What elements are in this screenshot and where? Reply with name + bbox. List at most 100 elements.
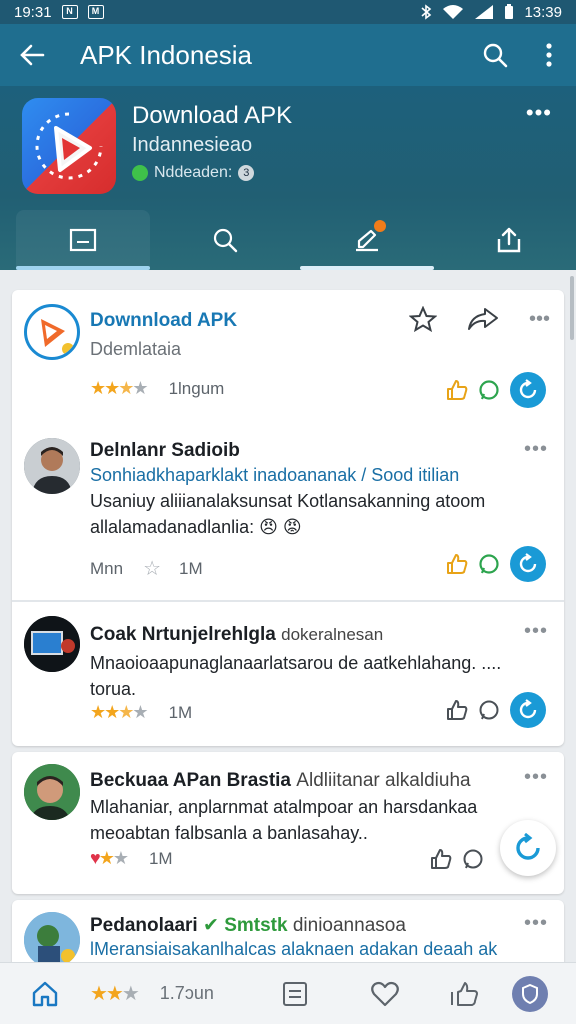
refresh-button[interactable] <box>510 546 546 582</box>
post-author-name: Beckuaa APan Brastia <box>90 770 292 791</box>
back-button[interactable] <box>0 24 64 86</box>
more-icon[interactable]: ••• <box>524 912 548 935</box>
post-card: Beckuaa APan Brastia Aldliitanar alkaldi… <box>12 752 564 894</box>
status-bar: 19:31 N M 13:39 <box>0 0 576 24</box>
nav-list[interactable] <box>250 963 340 1024</box>
tab-share[interactable] <box>442 210 576 270</box>
post-body: lMeransiaisakanlhalcas alaknaen adakan d… <box>90 936 530 962</box>
play-logo-icon <box>35 112 103 180</box>
info-icon[interactable]: 3 <box>238 165 255 181</box>
rating-row: ♥★★ 1M <box>90 848 173 869</box>
post-actions <box>430 848 484 870</box>
stat: 1M <box>148 848 173 868</box>
status-time-right: 13:39 <box>524 3 562 21</box>
thumbs-up-icon[interactable] <box>430 848 452 870</box>
post-actions: ••• <box>408 306 550 332</box>
post-author-extra: dinioannasoa <box>292 915 406 936</box>
more-icon[interactable]: ••• <box>524 620 548 643</box>
search-button[interactable] <box>468 24 522 86</box>
rating-stars: ★★★★ <box>90 378 149 398</box>
nav-like[interactable] <box>430 963 500 1024</box>
stats-row: Mnn ☆ 1M <box>90 556 203 581</box>
bottom-nav: ★★★ 1.7ɔun <box>0 962 576 1024</box>
status-time-left: 19:31 <box>14 3 52 21</box>
post-actions <box>446 546 546 582</box>
rating-hearts: ♥★★ <box>90 848 129 868</box>
tab-notifications[interactable] <box>300 210 434 270</box>
tab-feed[interactable] <box>16 210 150 270</box>
refresh-icon <box>519 553 537 573</box>
rating-label: 1lngum <box>168 378 225 398</box>
tab-bar <box>0 210 576 270</box>
home-icon <box>32 981 58 1006</box>
more-icon[interactable]: ••• <box>529 308 550 331</box>
rating-stars: ★★★★ <box>90 702 149 722</box>
app-logo <box>22 98 116 194</box>
post-body-text: Usaniuy aliiianalaksunsat Kotlansakannin… <box>90 491 486 537</box>
rating-stars: ★★★ <box>90 983 140 1005</box>
app-meta: Nddeaden: 3 <box>132 164 255 182</box>
app-meta-text: Nddeaden: <box>154 164 233 181</box>
scrollbar[interactable] <box>570 276 574 340</box>
post-author-extra: Aldliitanar alkaldiuha <box>296 770 471 791</box>
search-icon <box>483 43 508 68</box>
star-outline-icon[interactable]: ☆ <box>143 556 161 581</box>
post-subtitle: Ddemlataia <box>90 339 182 359</box>
rating-row: ★★★★ 1M <box>90 702 192 723</box>
post-author-name[interactable]: Delnlanr Sadioib <box>90 440 240 462</box>
more-vert-icon <box>546 43 552 67</box>
thumbs-up-icon[interactable] <box>446 699 468 721</box>
list-icon <box>283 981 307 1006</box>
app-title: Download APK <box>132 102 293 129</box>
comment-icon[interactable] <box>462 848 484 870</box>
post-author-name: Coak Nrtunjelrehlgla <box>90 624 276 645</box>
notification-badge <box>374 220 386 232</box>
post-author[interactable]: Pedanolaari ✔ Smtstk dinioannasoa <box>90 914 406 937</box>
tab-indicator <box>300 266 434 270</box>
thumbs-up-icon[interactable] <box>446 379 468 401</box>
nav-profile[interactable] <box>500 963 560 1024</box>
notification-icon: N <box>61 5 78 19</box>
person-photo <box>24 764 80 820</box>
app-bar: APK Indonesia <box>0 24 576 86</box>
person-photo <box>24 438 80 494</box>
stat: 1M <box>168 702 193 722</box>
nav-count-label: 1.7ɔun <box>159 983 214 1003</box>
post-author-name: Pedanolaari <box>90 915 198 936</box>
nav-favorites[interactable] <box>340 963 430 1024</box>
nav-rating[interactable]: ★★★ 1.7ɔun <box>90 963 250 1024</box>
whatsapp-icon[interactable] <box>478 553 500 575</box>
wifi-icon <box>443 5 464 19</box>
refresh-button[interactable] <box>510 692 546 728</box>
avatar[interactable] <box>24 912 80 968</box>
header-more-button[interactable]: ••• <box>526 100 552 126</box>
avatar[interactable] <box>24 304 80 360</box>
post-author[interactable]: Downnload APK <box>90 310 237 332</box>
post-card: Downnload APK Ddemlataia ••• ★★★★ 1lngum… <box>12 290 564 746</box>
overflow-menu-button[interactable] <box>522 24 576 86</box>
refresh-button[interactable] <box>510 372 546 408</box>
nav-home[interactable] <box>0 963 90 1024</box>
tab-search[interactable] <box>158 210 292 270</box>
verified-icon: ✔ <box>203 915 219 936</box>
whatsapp-icon[interactable] <box>478 379 500 401</box>
post-body: Sonhiadkhaparklakt inadoananak / Sood it… <box>90 462 530 540</box>
avatar[interactable] <box>24 438 80 494</box>
refresh-fab[interactable] <box>500 820 556 876</box>
post-author[interactable]: Coak Nrtunjelrehlgla dokeralnesan <box>90 624 383 646</box>
more-icon[interactable]: ••• <box>524 766 548 789</box>
thumbs-up-icon[interactable] <box>446 553 468 575</box>
comment-icon[interactable] <box>478 699 500 721</box>
refresh-icon <box>519 379 537 399</box>
avatar[interactable] <box>24 764 80 820</box>
more-icon[interactable]: ••• <box>524 438 548 461</box>
post-author-extra: dokeralnesan <box>281 625 384 644</box>
post-author[interactable]: Beckuaa APan Brastia Aldliitanar alkaldi… <box>90 770 471 792</box>
post-link[interactable]: Sonhiadkhaparklakt inadoananak / Sood it… <box>90 465 459 485</box>
share-arrow-icon[interactable] <box>467 306 499 332</box>
avatar[interactable] <box>24 616 80 672</box>
document-icon <box>69 228 97 252</box>
post-author-name: Downnload APK <box>90 310 238 331</box>
post-author-verified: Smtstk <box>224 915 288 936</box>
star-icon[interactable] <box>408 306 437 332</box>
